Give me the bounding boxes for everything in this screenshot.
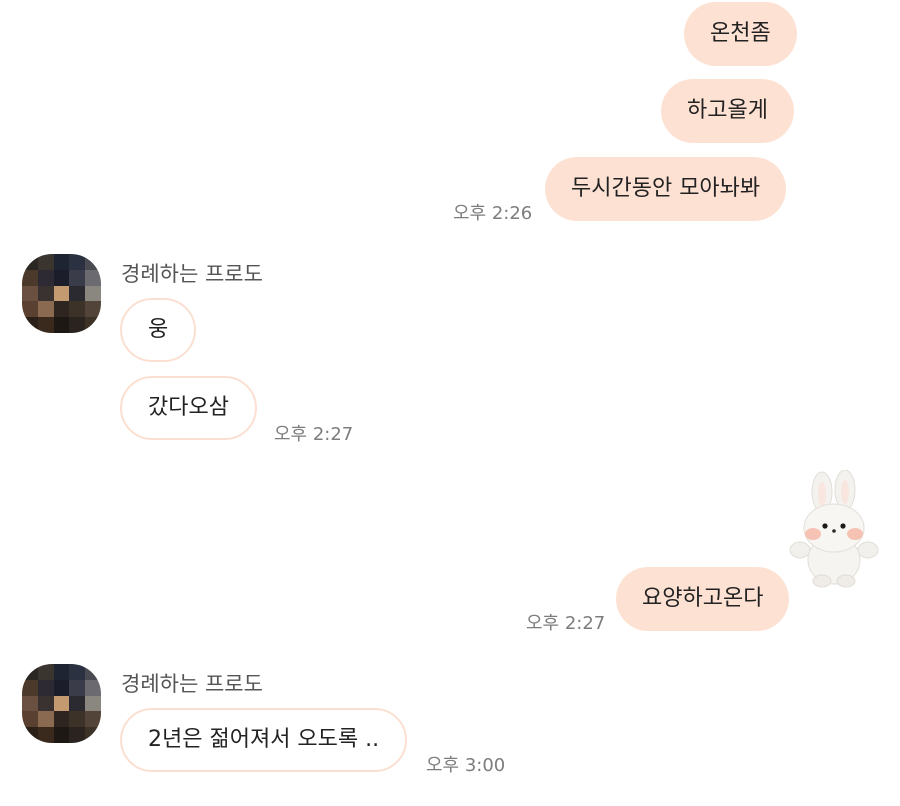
outgoing-message-bubble[interactable]: 두시간동안 모아놔봐 xyxy=(545,157,787,221)
contact-avatar[interactable] xyxy=(22,254,101,333)
incoming-message-bubble[interactable]: 갔다오삼 xyxy=(120,376,257,440)
message-text: 요양하고온다 xyxy=(642,586,764,611)
contact-avatar[interactable] xyxy=(22,664,101,743)
rabbit-plush-sticker[interactable] xyxy=(788,470,880,588)
message-timestamp: 오후 2:27 xyxy=(526,613,606,634)
message-text: 갔다오삼 xyxy=(148,395,229,420)
message-timestamp: 오후 3:00 xyxy=(426,755,506,776)
message-text: 2년은 젊어져서 오도록 .. xyxy=(148,727,380,752)
incoming-message-bubble[interactable]: 웅 xyxy=(120,298,197,362)
outgoing-message-bubble[interactable]: 요양하고온다 xyxy=(616,567,790,631)
message-text: 웅 xyxy=(148,317,169,342)
outgoing-message-bubble[interactable]: 온천좀 xyxy=(684,2,797,66)
outgoing-message-bubble[interactable]: 하고올게 xyxy=(661,79,794,143)
message-text: 온천좀 xyxy=(710,21,771,46)
message-text: 두시간동안 모아놔봐 xyxy=(571,176,761,201)
sender-name: 경례하는 프로도 xyxy=(121,672,263,696)
sender-name: 경례하는 프로도 xyxy=(121,262,263,286)
message-timestamp: 오후 2:26 xyxy=(453,203,533,224)
message-text: 하고올게 xyxy=(687,98,768,123)
message-timestamp: 오후 2:27 xyxy=(274,424,354,445)
incoming-message-bubble[interactable]: 2년은 젊어져서 오도록 .. xyxy=(120,708,408,772)
